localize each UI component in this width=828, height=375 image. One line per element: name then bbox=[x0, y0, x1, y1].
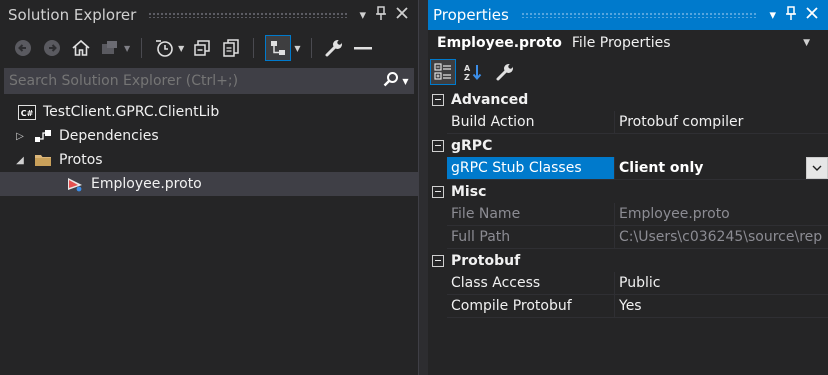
tree-item-label: Dependencies bbox=[59, 128, 159, 144]
back-icon[interactable] bbox=[12, 37, 34, 59]
collapse-icon[interactable] bbox=[432, 93, 444, 106]
solution-explorer-toolbar: ▼ ▼ ▼ bbox=[0, 30, 418, 66]
chevron-down-icon[interactable]: ▼ bbox=[402, 77, 408, 86]
pin-icon[interactable] bbox=[376, 6, 386, 24]
property-row-compile-protobuf[interactable]: Compile Protobuf Yes bbox=[447, 295, 828, 318]
properties-panel: Properties ▾ Employee.proto File Propert… bbox=[428, 0, 828, 375]
property-value[interactable]: Client only bbox=[619, 160, 703, 176]
chevron-down-icon[interactable]: ◢ bbox=[14, 155, 26, 166]
solution-explorer-search-box[interactable]: ▼ bbox=[4, 68, 414, 94]
chevron-down-icon[interactable]: ▼ bbox=[124, 44, 130, 53]
folder-icon bbox=[34, 152, 52, 168]
drag-grip[interactable] bbox=[520, 12, 758, 18]
property-value[interactable]: Yes bbox=[614, 295, 828, 317]
close-icon[interactable] bbox=[806, 7, 818, 23]
collapse-icon[interactable] bbox=[432, 139, 444, 152]
object-type: File Properties bbox=[571, 35, 671, 51]
solution-explorer-title-bar[interactable]: Solution Explorer ▾ bbox=[0, 0, 418, 30]
property-value[interactable]: Public bbox=[614, 272, 828, 294]
tree-item-label: TestClient.GPRC.ClientLib bbox=[43, 104, 220, 120]
category-misc[interactable]: Misc bbox=[428, 180, 828, 203]
property-name: Build Action bbox=[451, 114, 535, 130]
csharp-project-icon: C# bbox=[18, 104, 36, 120]
chevron-down-icon bbox=[812, 165, 822, 171]
category-label: Protobuf bbox=[451, 252, 521, 269]
properties-title: Properties bbox=[433, 6, 509, 24]
property-value: C:\Users\c036245\source\rep bbox=[614, 226, 828, 248]
property-row-file-name[interactable]: File Name Employee.proto bbox=[447, 203, 828, 226]
pin-icon[interactable] bbox=[786, 6, 796, 24]
solution-explorer-panel: Solution Explorer ▾ ▼ ▼ ▼ Search Solutio… bbox=[0, 0, 419, 375]
category-label: gRPC bbox=[451, 137, 493, 154]
window-position-dropdown-icon[interactable]: ▾ bbox=[359, 8, 366, 23]
category-label: Misc bbox=[451, 183, 487, 200]
property-name: Full Path bbox=[451, 229, 511, 245]
property-row-full-path[interactable]: Full Path C:\Users\c036245\source\rep bbox=[447, 226, 828, 249]
property-row-grpc-stub-classes[interactable]: gRPC Stub Classes Client only bbox=[447, 157, 828, 180]
categorized-icon[interactable] bbox=[430, 59, 456, 85]
property-name: Compile Protobuf bbox=[451, 298, 572, 314]
svg-text:A: A bbox=[464, 64, 471, 73]
property-value: Employee.proto bbox=[614, 203, 828, 225]
solution-explorer-title: Solution Explorer bbox=[8, 6, 137, 24]
forward-icon[interactable] bbox=[41, 37, 63, 59]
property-grid: Advanced Build Action Protobuf compiler … bbox=[428, 88, 828, 318]
property-name: gRPC Stub Classes bbox=[447, 157, 614, 179]
tree-item-protos[interactable]: ◢ Protos bbox=[0, 148, 418, 172]
home-icon[interactable] bbox=[70, 37, 92, 59]
property-row-build-action[interactable]: Build Action Protobuf compiler bbox=[447, 111, 828, 134]
chevron-right-icon[interactable]: ▷ bbox=[14, 131, 26, 142]
toolbar-separator bbox=[253, 38, 255, 58]
window-position-dropdown-icon[interactable]: ▾ bbox=[769, 8, 776, 23]
close-icon[interactable] bbox=[396, 7, 408, 23]
object-name: Employee.proto bbox=[437, 35, 562, 51]
collapse-icon[interactable] bbox=[432, 185, 444, 198]
property-value[interactable]: Protobuf compiler bbox=[614, 111, 828, 133]
properties-wrench-icon[interactable] bbox=[323, 37, 345, 59]
pending-changes-filter-icon[interactable] bbox=[153, 37, 175, 59]
svg-text:C#: C# bbox=[21, 109, 34, 118]
collapse-all-icon[interactable] bbox=[191, 37, 213, 59]
switch-views-icon[interactable] bbox=[99, 37, 121, 59]
properties-toolbar: AZ bbox=[430, 58, 516, 86]
svg-text:Z: Z bbox=[464, 73, 470, 81]
tree-item-project[interactable]: C# TestClient.GPRC.ClientLib bbox=[0, 100, 418, 124]
property-name: Class Access bbox=[451, 275, 541, 291]
drag-grip[interactable] bbox=[148, 12, 348, 18]
property-pages-wrench-icon[interactable] bbox=[494, 61, 516, 83]
chevron-down-icon[interactable]: ▼ bbox=[178, 44, 184, 53]
category-grpc[interactable]: gRPC bbox=[428, 134, 828, 157]
alphabetical-icon[interactable]: AZ bbox=[462, 61, 484, 83]
chevron-down-icon[interactable]: ▼ bbox=[803, 38, 810, 48]
toolbar-separator bbox=[311, 38, 313, 58]
category-label: Advanced bbox=[451, 91, 529, 108]
sync-active-document-icon[interactable] bbox=[265, 35, 292, 61]
proto-file-icon bbox=[66, 176, 84, 192]
search-icon[interactable] bbox=[383, 71, 399, 91]
search-options-button[interactable]: ▼ bbox=[378, 71, 414, 91]
show-all-files-icon[interactable] bbox=[220, 37, 242, 59]
dependencies-icon bbox=[34, 128, 52, 144]
properties-title-bar[interactable]: Properties ▾ bbox=[428, 0, 828, 30]
object-selector[interactable]: Employee.proto File Properties ▼ bbox=[428, 30, 828, 56]
tree-item-dependencies[interactable]: ▷ Dependencies bbox=[0, 124, 418, 148]
property-name: File Name bbox=[451, 206, 521, 222]
tree-item-label: Protos bbox=[59, 152, 103, 168]
toolbar-separator bbox=[141, 38, 143, 58]
tree-item-label: Employee.proto bbox=[91, 176, 202, 192]
property-value-dropdown[interactable]: Client only bbox=[614, 157, 828, 179]
solution-tree: C# TestClient.GPRC.ClientLib ▷ Dependenc… bbox=[0, 100, 418, 196]
tree-item-employee-proto[interactable]: Employee.proto bbox=[0, 172, 418, 196]
collapse-icon[interactable] bbox=[432, 254, 444, 267]
search-input[interactable] bbox=[4, 73, 378, 89]
category-protobuf[interactable]: Protobuf bbox=[428, 249, 828, 272]
dropdown-button[interactable] bbox=[806, 157, 828, 179]
property-row-class-access[interactable]: Class Access Public bbox=[447, 272, 828, 295]
chevron-down-icon[interactable]: ▼ bbox=[294, 44, 300, 53]
preview-selected-icon[interactable] bbox=[352, 37, 374, 59]
category-advanced[interactable]: Advanced bbox=[428, 88, 828, 111]
